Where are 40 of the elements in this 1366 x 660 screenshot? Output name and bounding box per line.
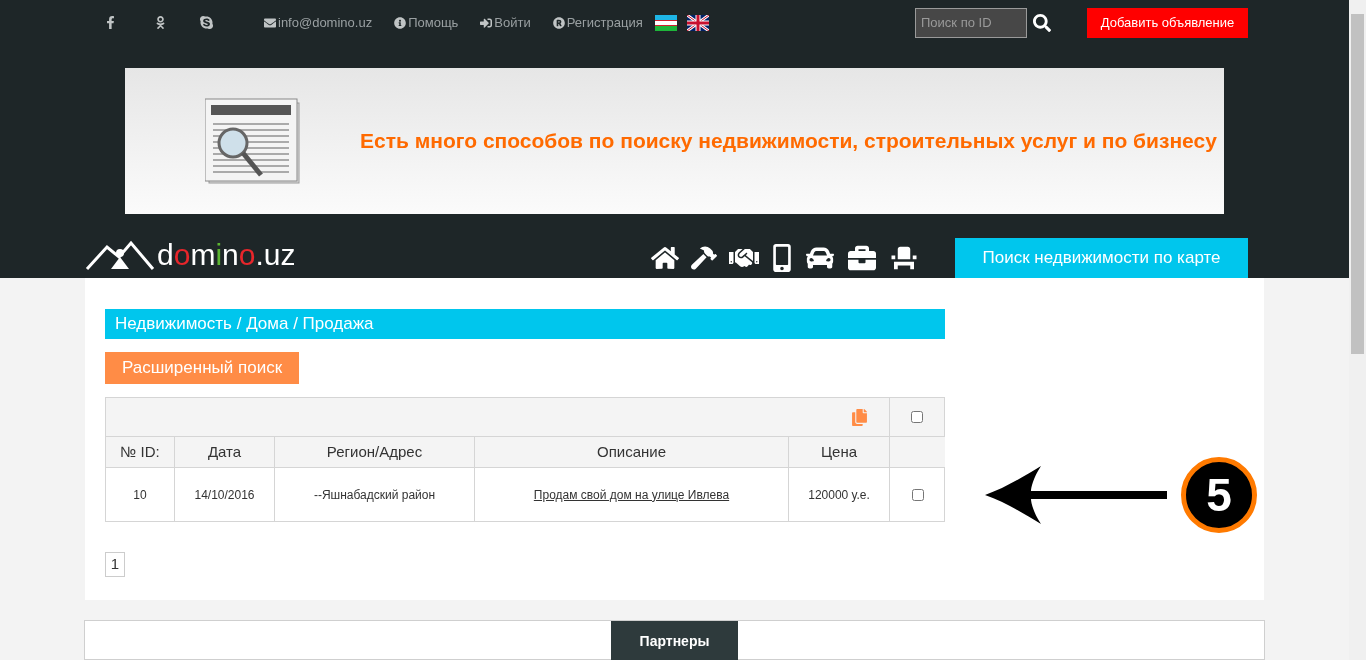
envelope-icon [264,16,276,29]
column-header: № ID: [106,437,175,468]
hammer-icon[interactable] [691,245,717,271]
uzbek-flag-icon[interactable] [654,14,677,31]
top-link[interactable]: Войти [480,12,531,33]
site-logo[interactable]: domino.uz [85,238,296,278]
page-button[interactable]: 1 [105,552,125,577]
top-link[interactable]: info@domino.uz [264,12,373,33]
skype-icon[interactable] [199,15,214,30]
sign-in-icon [480,16,493,29]
uk-flag-icon[interactable] [686,14,709,31]
column-header: Цена [789,437,890,468]
table-cell: 120000 у.е. [789,468,890,521]
logo-mark-icon [85,239,155,271]
top-link[interactable]: Помощь [394,12,459,33]
top-link[interactable]: Регистрация [552,12,643,33]
add-listing-button[interactable]: Добавить объявление [1087,7,1248,38]
table-cell: 10 [106,468,175,521]
odnoklassniki-icon[interactable] [154,16,167,29]
step-number-badge: 5 [1181,457,1257,533]
house-icon[interactable] [651,244,679,272]
search-icon[interactable] [1033,13,1051,32]
banner-slogan: Есть много способов по поиску недвижимости, строительных услуг и по бизнесу [360,128,1217,155]
logo-text: domino.uz [157,240,296,270]
facebook-icon[interactable] [104,16,117,29]
table-cell: 14/10/2016 [175,468,275,521]
row-checkbox[interactable] [911,488,924,501]
briefcase-icon[interactable] [847,244,877,272]
column-header: Регион/Адрес [275,437,475,468]
select-all-checkbox[interactable] [911,411,923,423]
mobile-phone-icon[interactable] [771,244,793,272]
column-header: Описание [475,437,789,468]
registered-icon [552,16,565,29]
column-header: Дата [175,437,275,468]
listing-link[interactable]: Продам свой дом на улице Ивлева [533,485,730,504]
breadcrumb-bar: Недвижимость / Дома / Продажа [105,309,945,339]
left-arrow-icon [985,466,1167,524]
id-search-field[interactable]: Поиск по ID [915,7,1027,38]
table-cell: --Яшнабадский район [275,468,475,521]
info-icon [394,16,407,29]
